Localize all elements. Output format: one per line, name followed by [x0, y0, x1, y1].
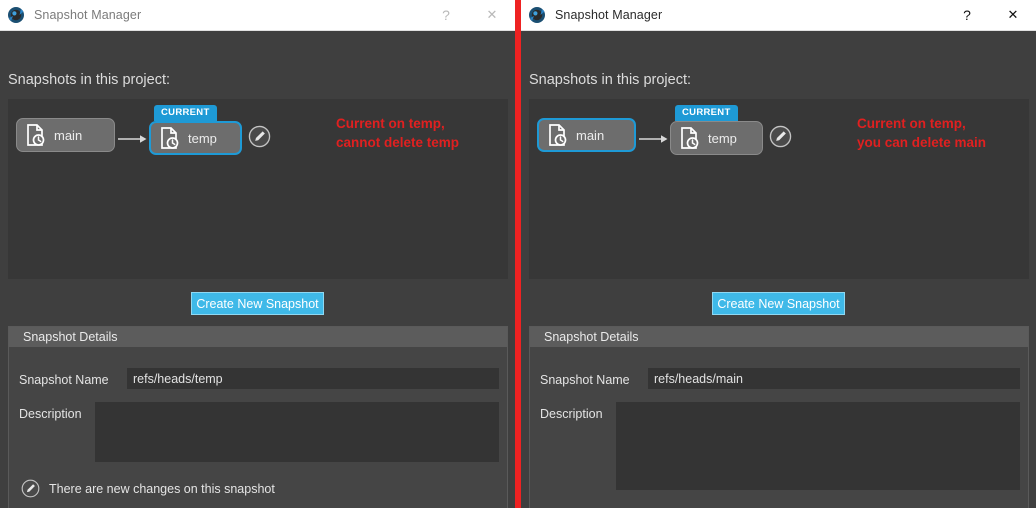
titlebar-left: Snapshot Manager ? ✕ — [0, 0, 515, 31]
snapshot-manager-window-right: Snapshot Manager ? ✕ Snapshots in this p… — [521, 0, 1036, 508]
arrow-right-icon — [118, 135, 147, 143]
new-changes-notice-left: There are new changes on this snapshot — [21, 479, 275, 498]
snapshot-details-group-right: Snapshot Details Snapshot Name Descripti… — [529, 326, 1029, 508]
help-button-right[interactable]: ? — [944, 0, 990, 31]
snapshot-graph-panel-right[interactable]: main CURRENT temp Current on temp, you c… — [529, 99, 1029, 279]
snapshot-node-label: temp — [708, 130, 737, 146]
file-clock-icon — [27, 124, 45, 146]
snapshot-node-label: main — [54, 127, 83, 143]
snapshot-details-group-left: Snapshot Details Snapshot Name Descripti… — [8, 326, 508, 508]
snapshot-manager-app-icon — [529, 7, 545, 23]
description-label-right: Description — [540, 407, 603, 421]
create-new-snapshot-button-left[interactable]: Create New Snapshot — [191, 292, 324, 315]
create-new-snapshot-button-right[interactable]: Create New Snapshot — [712, 292, 845, 315]
warning-text-right: Current on temp, you can delete main — [857, 116, 987, 150]
snapshot-name-input-right[interactable] — [648, 368, 1020, 389]
snapshot-node-main-left[interactable]: main — [16, 118, 115, 152]
pencil-edit-icon — [21, 479, 40, 498]
arrow-right-icon — [639, 135, 668, 143]
red-vertical-divider — [515, 0, 521, 508]
snapshot-graph-panel-left[interactable]: main CURRENT temp Current on temp, canno… — [8, 99, 508, 279]
snapshot-node-label: main — [576, 127, 605, 143]
pencil-edit-icon[interactable] — [769, 125, 792, 148]
snapshot-node-label: temp — [188, 130, 217, 146]
window-title-right: Snapshot Manager — [555, 8, 663, 22]
window-title-left: Snapshot Manager — [34, 8, 142, 22]
snapshot-name-label-right: Snapshot Name — [540, 373, 630, 387]
titlebar-buttons-left: ? ✕ — [423, 0, 515, 31]
snapshots-section-label-right: Snapshots in this project: — [529, 72, 692, 88]
snapshot-name-input-left[interactable] — [127, 368, 499, 389]
snapshot-details-header-left: Snapshot Details — [9, 327, 507, 347]
pencil-edit-icon[interactable] — [248, 125, 271, 148]
current-badge-right: CURRENT — [675, 105, 738, 121]
snapshot-node-temp-right[interactable]: temp — [670, 121, 763, 155]
snapshots-section-label-left: Snapshots in this project: — [8, 72, 171, 88]
snapshot-name-label-left: Snapshot Name — [19, 373, 109, 387]
snapshot-details-header-right: Snapshot Details — [530, 327, 1028, 347]
titlebar-right: Snapshot Manager ? ✕ — [521, 0, 1036, 31]
description-textarea-right[interactable] — [616, 402, 1020, 490]
description-label-left: Description — [19, 407, 82, 421]
snapshot-manager-app-icon — [8, 7, 24, 23]
snapshot-manager-window-left: Snapshot Manager ? ✕ Snapshots in this p… — [0, 0, 515, 508]
file-clock-icon — [161, 127, 179, 149]
snapshot-details-body-right: Snapshot Name Description Revert To Snap… — [530, 347, 1028, 508]
titlebar-buttons-right: ? ✕ — [944, 0, 1036, 31]
snapshot-node-temp-left[interactable]: temp — [149, 121, 242, 155]
new-changes-text-left: There are new changes on this snapshot — [49, 481, 275, 496]
help-button-left[interactable]: ? — [423, 0, 469, 31]
snapshot-node-main-right[interactable]: main — [537, 118, 636, 152]
description-textarea-left[interactable] — [95, 402, 499, 462]
snapshot-details-body-left: Snapshot Name Description There are new … — [9, 347, 507, 508]
close-icon-right[interactable]: ✕ — [990, 0, 1036, 31]
current-badge-left: CURRENT — [154, 105, 217, 121]
file-clock-icon — [681, 127, 699, 149]
close-icon-left[interactable]: ✕ — [469, 0, 515, 31]
dialog-body-right: Snapshots in this project: main CURRENT — [521, 31, 1036, 508]
dual-dialog-comparison: Snapshot Manager ? ✕ Snapshots in this p… — [0, 0, 1036, 508]
warning-text-left: Current on temp, cannot delete temp — [336, 116, 460, 150]
file-clock-icon — [549, 124, 567, 146]
dialog-body-left: Snapshots in this project: main CURRENT — [0, 31, 515, 508]
